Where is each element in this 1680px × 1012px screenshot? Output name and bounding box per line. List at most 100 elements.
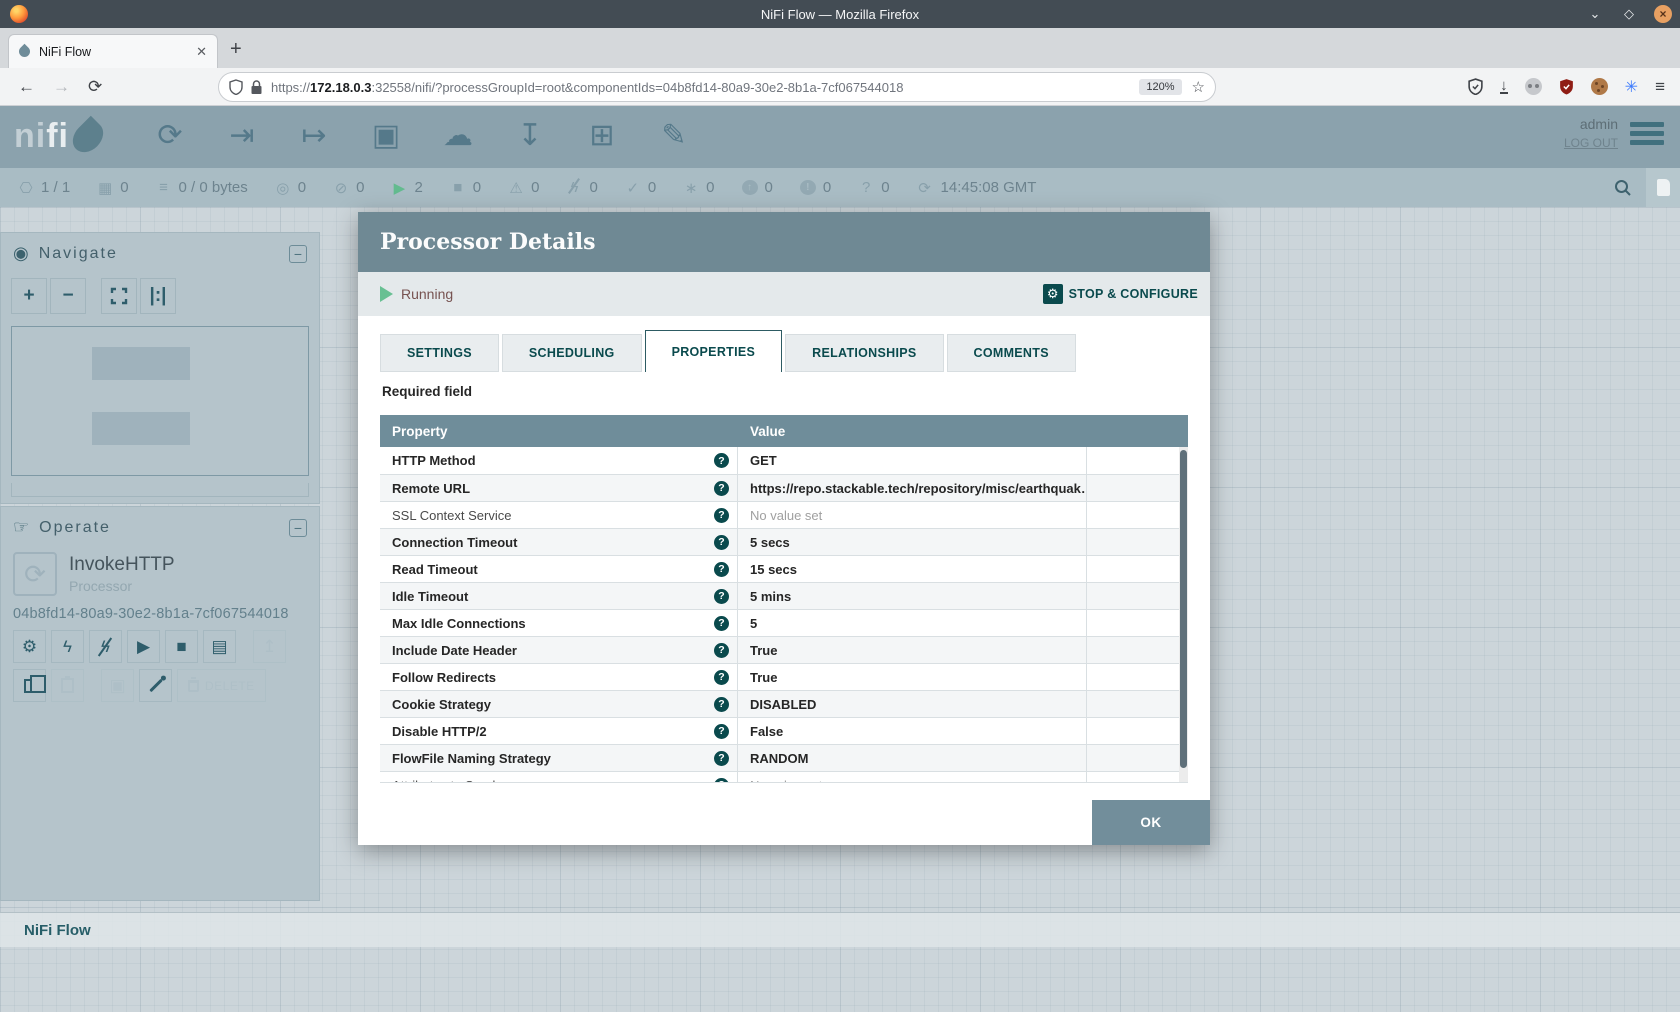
zoom-level-badge[interactable]: 120%	[1139, 79, 1181, 95]
operate-collapse-button[interactable]: −	[289, 519, 307, 537]
color-button[interactable]	[139, 669, 172, 702]
paste-button[interactable]	[51, 669, 84, 702]
zoom-fit-button[interactable]	[101, 278, 137, 314]
logout-link[interactable]: LOG OUT	[1564, 136, 1618, 150]
tracking-protection-icon[interactable]	[1468, 78, 1483, 95]
property-value[interactable]: True	[738, 664, 1087, 690]
enable-button[interactable]: ϟ	[51, 630, 84, 663]
property-value[interactable]: No value set	[738, 772, 1087, 783]
ublock-icon[interactable]	[1559, 78, 1574, 95]
reload-icon[interactable]: ⟳	[88, 77, 102, 97]
property-value[interactable]: No value set	[738, 502, 1087, 528]
zoom-actual-button[interactable]: |:|	[140, 278, 176, 314]
cookie-extension-icon[interactable]	[1591, 78, 1608, 95]
birdseye-map[interactable]	[11, 326, 309, 476]
start-button[interactable]: ▶	[127, 630, 160, 663]
table-row[interactable]: Read Timeout?15 secs	[380, 555, 1188, 582]
extension-mask-icon[interactable]	[1525, 78, 1542, 95]
minimize-icon[interactable]: ⌄	[1586, 6, 1604, 22]
stop-button[interactable]: ■	[165, 630, 198, 663]
save-template-button[interactable]: ▤	[203, 630, 236, 663]
table-row[interactable]: Attributes to Send?No value set	[380, 771, 1188, 783]
table-row[interactable]: Disable HTTP/2?False	[380, 717, 1188, 744]
close-icon[interactable]: ×	[1654, 5, 1672, 23]
property-value[interactable]: 5	[738, 610, 1087, 636]
tab-properties[interactable]: PROPERTIES	[645, 330, 783, 372]
tab-close-icon[interactable]: ✕	[196, 44, 207, 60]
url-text[interactable]: https://172.18.0.3:32558/nifi/?processGr…	[271, 80, 1139, 95]
ok-button[interactable]: OK	[1092, 800, 1210, 845]
help-icon[interactable]: ?	[714, 643, 729, 658]
table-row[interactable]: Max Idle Connections?5	[380, 609, 1188, 636]
template-icon[interactable]: ⊞	[580, 114, 624, 158]
table-row[interactable]: Cookie Strategy?DISABLED	[380, 690, 1188, 717]
navigate-collapse-button[interactable]: −	[289, 245, 307, 263]
help-icon[interactable]: ?	[714, 481, 729, 496]
help-icon[interactable]: ?	[714, 670, 729, 685]
downloads-icon[interactable]: ↓	[1500, 79, 1508, 94]
new-tab-button[interactable]: +	[230, 38, 242, 61]
funnel-icon[interactable]: ↧	[508, 114, 552, 158]
help-icon[interactable]: ?	[714, 453, 729, 468]
global-menu-icon[interactable]	[1630, 122, 1664, 149]
table-row[interactable]: FlowFile Naming Strategy?RANDOM	[380, 744, 1188, 771]
lock-icon[interactable]	[250, 80, 263, 95]
breadcrumb[interactable]: NiFi Flow	[24, 922, 91, 939]
bookmark-star-icon[interactable]: ☆	[1192, 78, 1205, 96]
process-group-icon[interactable]: ▣	[364, 114, 408, 158]
disable-button[interactable]: ϟ	[89, 630, 122, 663]
table-row[interactable]: HTTP Method?GET	[380, 447, 1188, 474]
copy-button[interactable]	[13, 669, 46, 702]
help-icon[interactable]: ?	[714, 778, 729, 784]
table-row[interactable]: Idle Timeout?5 mins	[380, 582, 1188, 609]
tab-settings[interactable]: SETTINGS	[380, 334, 499, 372]
zoom-out-button[interactable]: −	[50, 278, 86, 314]
url-bar[interactable]: https://172.18.0.3:32558/nifi/?processGr…	[218, 72, 1216, 102]
property-value[interactable]: 15 secs	[738, 556, 1087, 582]
table-row[interactable]: Include Date Header?True	[380, 636, 1188, 663]
processor-icon[interactable]: ⟳	[148, 114, 192, 158]
back-icon[interactable]: ←	[18, 77, 35, 97]
label-icon[interactable]: ✎	[652, 114, 696, 158]
property-value[interactable]: DISABLED	[738, 691, 1087, 717]
pinwheel-extension-icon[interactable]: ✳	[1625, 77, 1638, 97]
table-row[interactable]: SSL Context Service?No value set	[380, 501, 1188, 528]
browser-menu-icon[interactable]: ≡	[1655, 77, 1666, 97]
tab-comments[interactable]: COMMENTS	[947, 334, 1076, 372]
shield-icon[interactable]	[229, 79, 243, 95]
group-button[interactable]: ▣	[101, 669, 134, 702]
table-scrollbar[interactable]	[1179, 447, 1188, 782]
output-port-icon[interactable]: ↦	[292, 114, 336, 158]
property-value[interactable]: 5 mins	[738, 583, 1087, 609]
zoom-in-button[interactable]: +	[11, 278, 47, 314]
help-icon[interactable]: ?	[714, 616, 729, 631]
table-row[interactable]: Follow Redirects?True	[380, 663, 1188, 690]
property-value[interactable]: 5 secs	[738, 529, 1087, 555]
help-icon[interactable]: ?	[714, 724, 729, 739]
table-row[interactable]: Remote URL?https://repo.stackable.tech/r…	[380, 474, 1188, 501]
property-value[interactable]: https://repo.stackable.tech/repository/m…	[738, 475, 1087, 501]
property-value[interactable]: True	[738, 637, 1087, 663]
delete-button[interactable]: DELETE	[177, 669, 266, 702]
refresh-icon[interactable]: ⟳	[917, 179, 933, 197]
remote-process-group-icon[interactable]: ☁	[436, 114, 480, 158]
search-icon[interactable]	[1614, 179, 1632, 197]
forward-icon[interactable]: →	[53, 77, 70, 97]
help-icon[interactable]: ?	[714, 562, 729, 577]
stop-and-configure-button[interactable]: ⚙ STOP & CONFIGURE	[1043, 284, 1198, 304]
maximize-icon[interactable]: ◇	[1620, 6, 1638, 22]
upload-template-button[interactable]: ↥	[253, 630, 286, 663]
bulletin-board-button[interactable]	[1646, 168, 1680, 207]
help-icon[interactable]: ?	[714, 589, 729, 604]
input-port-icon[interactable]: ⇥	[220, 114, 264, 158]
tab-relationships[interactable]: RELATIONSHIPS	[785, 334, 943, 372]
property-value[interactable]: GET	[738, 447, 1087, 474]
scrollbar-thumb[interactable]	[1180, 450, 1187, 768]
table-row[interactable]: Connection Timeout?5 secs	[380, 528, 1188, 555]
configure-button[interactable]: ⚙	[13, 630, 46, 663]
help-icon[interactable]: ?	[714, 751, 729, 766]
property-value[interactable]: False	[738, 718, 1087, 744]
help-icon[interactable]: ?	[714, 508, 729, 523]
browser-tab[interactable]: NiFi Flow ✕	[8, 34, 218, 68]
help-icon[interactable]: ?	[714, 535, 729, 550]
